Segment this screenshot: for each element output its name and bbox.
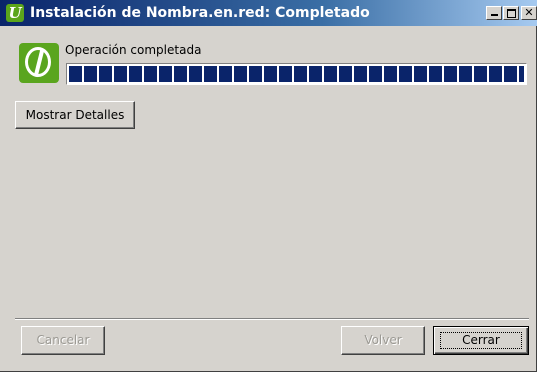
show-details-button[interactable]: Mostrar Detalles — [15, 101, 135, 129]
maximize-button[interactable] — [503, 6, 519, 20]
minimize-icon — [490, 14, 498, 16]
app-logo-icon: U — [6, 4, 24, 22]
finish-close-button[interactable]: Cerrar — [433, 326, 529, 355]
status-text: Operación completada — [65, 43, 202, 57]
progress-fill — [69, 66, 524, 82]
close-icon: ✕ — [524, 6, 534, 19]
installer-window: U Instalación de Nombra.en.red: Completa… — [0, 0, 537, 372]
close-window-button[interactable]: ✕ — [521, 6, 537, 20]
nombra-logo-icon — [19, 43, 59, 83]
cancel-button[interactable]: Cancelar — [21, 326, 105, 355]
title-bar[interactable]: U Instalación de Nombra.en.red: Completa… — [0, 0, 537, 26]
minimize-button[interactable] — [486, 6, 502, 20]
window-title: Instalación de Nombra.en.red: Completado — [30, 5, 370, 21]
back-button[interactable]: Volver — [341, 326, 425, 355]
maximize-icon — [506, 9, 516, 18]
separator — [15, 318, 529, 320]
close-button-label: Cerrar — [462, 333, 500, 347]
progress-bar — [66, 63, 527, 85]
